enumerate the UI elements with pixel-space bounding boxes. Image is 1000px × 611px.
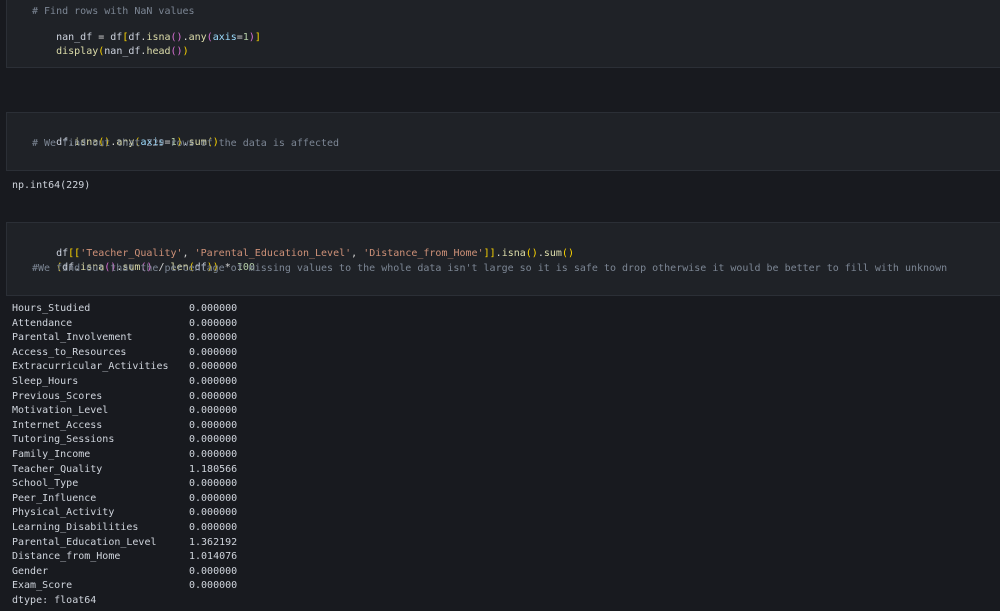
series-row: Motivation_Level 0.000000 xyxy=(12,404,269,419)
series-row: Physical_Activity 0.000000 xyxy=(12,506,269,521)
series-value: 0.000000 xyxy=(189,434,238,446)
series-row: Internet_Access 0.000000 xyxy=(12,419,269,434)
code-line: df[['Teacher_Quality', 'Parental_Educati… xyxy=(56,248,574,259)
series-row: Parental_Involvement 0.000000 xyxy=(12,331,269,346)
series-index: Parental_Involvement xyxy=(12,332,133,344)
series-row: Gender 0.000000 xyxy=(12,565,269,580)
series-value: 0.000000 xyxy=(189,521,238,533)
series-value: 1.362192 xyxy=(189,536,238,548)
series-row: Previous_Scores 0.000000 xyxy=(12,390,269,405)
series-value: 0.000000 xyxy=(189,419,238,431)
series-value: 0.000000 xyxy=(189,478,238,490)
series-index: Parental_Education_Level xyxy=(12,536,157,548)
series-row: Teacher_Quality 1.180566 xyxy=(12,463,269,478)
series-value: 0.000000 xyxy=(189,405,238,417)
cell-3-output: Hours_Studied 0.000000 Attendance 0.000000 P… xyxy=(12,302,269,608)
series-row: Parental_Education_Level 1.362192 xyxy=(12,536,269,551)
code-cell-2[interactable]: df.isna().any(axis=1).sum() # We find ou… xyxy=(6,112,1000,171)
code-comment: # Find rows with NaN values xyxy=(32,6,195,17)
code-comment: # We find out that 229 rows of the data … xyxy=(32,138,340,149)
series-value: 0.000000 xyxy=(189,317,238,329)
series-value: 0.000000 xyxy=(189,390,238,402)
series-row: Exam_Score 0.000000 xyxy=(12,579,269,594)
series-index: Tutoring_Sessions xyxy=(12,434,115,446)
code-line: display(nan_df.head()) xyxy=(56,46,189,57)
series-index: Previous_Scores xyxy=(12,390,103,402)
series-index: Sleep_Hours xyxy=(12,375,79,387)
series-dtype: dtype: float64 xyxy=(12,594,97,606)
series-row: Extracurricular_Activities 0.000000 xyxy=(12,360,269,375)
series-value: 0.000000 xyxy=(189,361,238,373)
series-row: Attendance 0.000000 xyxy=(12,317,269,332)
code-comment: #We find out that the percentage of miss… xyxy=(32,263,948,274)
series-index: Physical_Activity xyxy=(12,507,115,519)
series-value: 0.000000 xyxy=(189,375,238,387)
series-value: 0.000000 xyxy=(189,565,238,577)
series-index: Learning_Disabilities xyxy=(12,521,139,533)
series-row: School_Type 0.000000 xyxy=(12,477,269,492)
cell-2-output: np.int64(229) xyxy=(12,180,91,191)
series-value: 1.180566 xyxy=(189,463,238,475)
series-value: 0.000000 xyxy=(189,580,238,592)
series-value: 1.014076 xyxy=(189,551,238,563)
code-cell-1[interactable]: # Find rows with NaN values nan_df = df[… xyxy=(6,0,1000,68)
series-value: 0.000000 xyxy=(189,507,238,519)
series-index: School_Type xyxy=(12,478,79,490)
series-index: Hours_Studied xyxy=(12,303,91,314)
code-cell-3[interactable]: df[['Teacher_Quality', 'Parental_Educati… xyxy=(6,222,1000,296)
series-row: Tutoring_Sessions 0.000000 xyxy=(12,433,269,448)
series-index: Family_Income xyxy=(12,448,91,460)
series-index: Attendance xyxy=(12,317,73,329)
series-row: Distance_from_Home 1.014076 xyxy=(12,550,269,565)
series-index: Gender xyxy=(12,565,49,577)
series-index: Exam_Score xyxy=(12,580,73,592)
series-value: 0.000000 xyxy=(189,448,238,460)
series-index: Peer_Influence xyxy=(12,492,97,504)
code-line: nan_df = df[df.isna().any(axis=1)] xyxy=(56,32,261,43)
series-row: Learning_Disabilities 0.000000 xyxy=(12,521,269,536)
code-line: df.isna().any(axis=1).sum() xyxy=(56,137,219,148)
series-row: Hours_Studied 0.000000 xyxy=(12,302,269,317)
series-row: Sleep_Hours 0.000000 xyxy=(12,375,269,390)
series-value: 0.000000 xyxy=(189,332,238,344)
series-value: 0.000000 xyxy=(189,303,238,314)
series-index: Distance_from_Home xyxy=(12,551,121,563)
series-index: Extracurricular_Activities xyxy=(12,361,169,373)
series-index: Teacher_Quality xyxy=(12,463,103,475)
code-line: (df.isna().sum() / len(df)) * 100 xyxy=(56,262,255,273)
series-index: Internet_Access xyxy=(12,419,103,431)
series-row: Access_to_Resources 0.000000 xyxy=(12,346,269,361)
series-value: 0.000000 xyxy=(189,346,238,358)
series-row: Family_Income 0.000000 xyxy=(12,448,269,463)
series-value: 0.000000 xyxy=(189,492,238,504)
series-index: Access_to_Resources xyxy=(12,346,127,358)
series-row: Peer_Influence 0.000000 xyxy=(12,492,269,507)
series-index: Motivation_Level xyxy=(12,405,109,417)
